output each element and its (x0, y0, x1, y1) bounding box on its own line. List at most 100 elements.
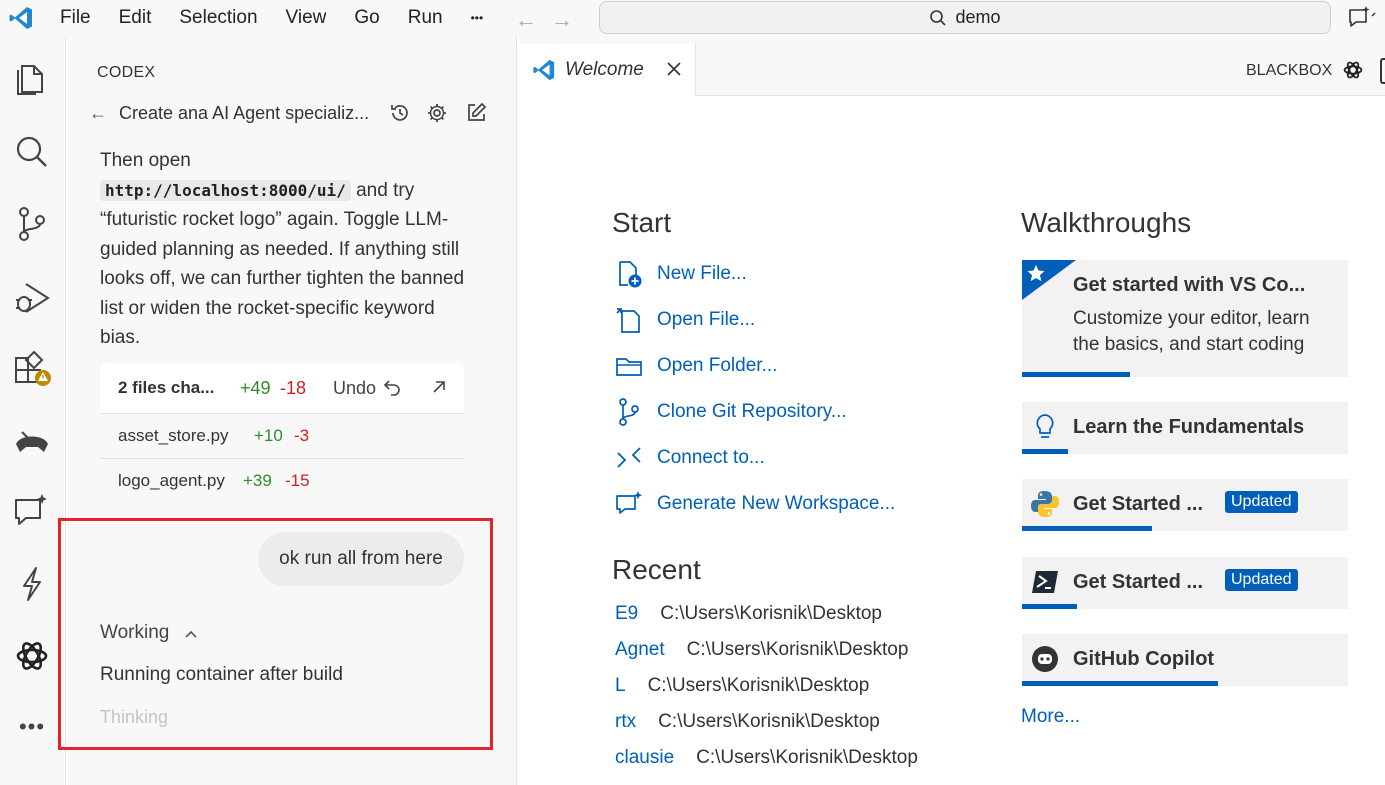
localhost-url[interactable]: http://localhost:8000/ui/ (100, 179, 351, 201)
recent-name[interactable]: clausie (615, 747, 674, 769)
search-icon[interactable] (12, 132, 52, 172)
start-link-label[interactable]: Open File... (657, 309, 755, 331)
git-branch-icon (619, 398, 639, 426)
source-control-icon[interactable] (12, 204, 52, 244)
tab-welcome[interactable]: Welcome (518, 44, 696, 96)
open-file-link[interactable]: Open File... (614, 304, 755, 336)
walkthrough-description: Customize your editor, learn the basics,… (1073, 308, 1310, 355)
star-icon (1022, 260, 1076, 300)
gear-icon[interactable] (426, 102, 448, 124)
chat-icon[interactable] (12, 492, 52, 532)
back-arrow-icon[interactable]: ← (515, 7, 537, 33)
clone-git-link[interactable]: Clone Git Repository... (614, 396, 847, 428)
file-row[interactable]: asset_store.py +10 -3 (100, 413, 464, 458)
open-diff-icon[interactable] (430, 378, 448, 396)
extensions-icon[interactable] (12, 348, 52, 388)
start-link-label[interactable]: Generate New Workspace... (657, 493, 895, 515)
start-link-label[interactable]: Connect to... (657, 447, 765, 469)
openai-icon[interactable] (1341, 58, 1365, 82)
menu-bar: File Edit Selection View Go Run ••• (46, 0, 497, 36)
title-bar: File Edit Selection View Go Run ••• ← → … (0, 0, 1385, 36)
files-changed-header: 2 files cha... +49 -18 Undo (100, 363, 464, 413)
walkthroughs-heading: Walkthroughs (1021, 207, 1192, 238)
recent-item[interactable]: rtx C:\Users\Korisnik\Desktop (615, 711, 880, 733)
command-center-search[interactable]: demo (599, 1, 1331, 34)
walkthrough-card[interactable]: Get Started ... Updated (1022, 557, 1348, 609)
undo-icon[interactable] (383, 377, 403, 397)
undo-button[interactable]: Undo (333, 378, 376, 399)
new-chat-icon[interactable] (465, 102, 487, 124)
openai-icon[interactable] (12, 636, 52, 676)
editor-tab-bar: Welcome BLACKBOX (518, 36, 1385, 96)
file-name: logo_agent.py (118, 471, 225, 490)
recent-item[interactable]: Agnet C:\Users\Korisnik\Desktop (615, 639, 908, 661)
open-file-icon (616, 308, 640, 333)
files-changed-label[interactable]: 2 files cha... (118, 378, 214, 398)
copilot-chat-icon[interactable] (1346, 4, 1376, 32)
remote-icon (617, 447, 641, 468)
connect-to-link[interactable]: Connect to... (614, 442, 765, 474)
menu-view[interactable]: View (272, 0, 341, 36)
walkthrough-progress (1022, 449, 1068, 454)
python-icon (1031, 491, 1059, 517)
start-link-label[interactable]: New File... (657, 263, 747, 285)
back-arrow-icon[interactable]: ← (89, 103, 107, 124)
lines-added: +49 (240, 377, 271, 398)
walkthrough-progress (1022, 681, 1218, 686)
start-link-label[interactable]: Open Folder... (657, 355, 777, 377)
panel-title: CODEX (97, 64, 156, 81)
explorer-icon[interactable] (12, 58, 52, 98)
recent-path: C:\Users\Korisnik\Desktop (658, 711, 880, 732)
menu-run[interactable]: Run (394, 0, 457, 36)
more-icon[interactable]: ••• (12, 712, 52, 752)
new-file-link[interactable]: New File... (614, 258, 747, 290)
start-link-label[interactable]: Clone Git Repository... (657, 401, 847, 423)
recent-item[interactable]: L C:\Users\Korisnik\Desktop (615, 675, 869, 697)
forward-arrow-icon[interactable]: → (551, 7, 573, 33)
more-walkthroughs-link[interactable]: More... (1021, 706, 1080, 728)
activity-bar: ••• (0, 36, 66, 785)
file-row[interactable]: logo_agent.py +39 -15 (100, 458, 464, 503)
history-icon[interactable] (389, 102, 411, 124)
conversation-title[interactable]: Create ana AI Agent specializ... (119, 103, 379, 124)
recent-name[interactable]: rtx (615, 711, 636, 733)
recent-name[interactable]: Agnet (615, 639, 665, 661)
blackbox-button[interactable]: BLACKBOX (1246, 62, 1332, 80)
walkthrough-card[interactable]: Get started with VS Co... Customize your… (1022, 260, 1348, 377)
menu-go[interactable]: Go (340, 0, 393, 36)
walkthrough-card[interactable]: GitHub Copilot (1022, 634, 1348, 686)
lines-removed: -18 (280, 377, 307, 398)
file-lines-removed: -15 (285, 471, 310, 490)
walkthrough-title: Get Started ... (1073, 493, 1204, 515)
menu-selection[interactable]: Selection (165, 0, 271, 36)
close-icon[interactable] (665, 60, 683, 78)
message-pre: Then open (100, 150, 191, 171)
powershell-icon (1032, 571, 1058, 593)
walkthrough-card[interactable]: Learn the Fundamentals (1022, 402, 1348, 454)
highlight-box (58, 518, 493, 750)
menu-more[interactable]: ••• (457, 0, 498, 36)
walkthrough-card[interactable]: Get Started ... Updated (1022, 479, 1348, 531)
recent-name[interactable]: L (615, 675, 626, 697)
recent-name[interactable]: E9 (615, 603, 638, 625)
run-debug-icon[interactable] (12, 278, 52, 318)
recent-item[interactable]: E9 C:\Users\Korisnik\Desktop (615, 603, 882, 625)
search-text: demo (955, 7, 1001, 27)
generate-workspace-link[interactable]: Generate New Workspace... (614, 488, 895, 520)
remote-explorer-icon[interactable] (12, 422, 52, 462)
recent-item[interactable]: clausie C:\Users\Korisnik\Desktop (615, 747, 918, 769)
walkthrough-progress (1022, 604, 1078, 609)
file-name: asset_store.py (118, 426, 229, 445)
menu-edit[interactable]: Edit (105, 0, 166, 36)
menu-file[interactable]: File (46, 0, 105, 36)
search-icon (930, 9, 947, 26)
recent-path: C:\Users\Korisnik\Desktop (696, 747, 918, 768)
split-editor-icon[interactable] (1380, 58, 1385, 84)
open-folder-link[interactable]: Open Folder... (614, 350, 777, 382)
recent-path: C:\Users\Korisnik\Desktop (686, 639, 909, 660)
walkthrough-progress (1022, 526, 1153, 531)
updated-badge: Updated (1225, 491, 1298, 513)
vscode-logo-icon[interactable] (8, 5, 34, 31)
lightning-icon[interactable] (12, 564, 52, 604)
sparkle-chat-icon (616, 491, 643, 514)
